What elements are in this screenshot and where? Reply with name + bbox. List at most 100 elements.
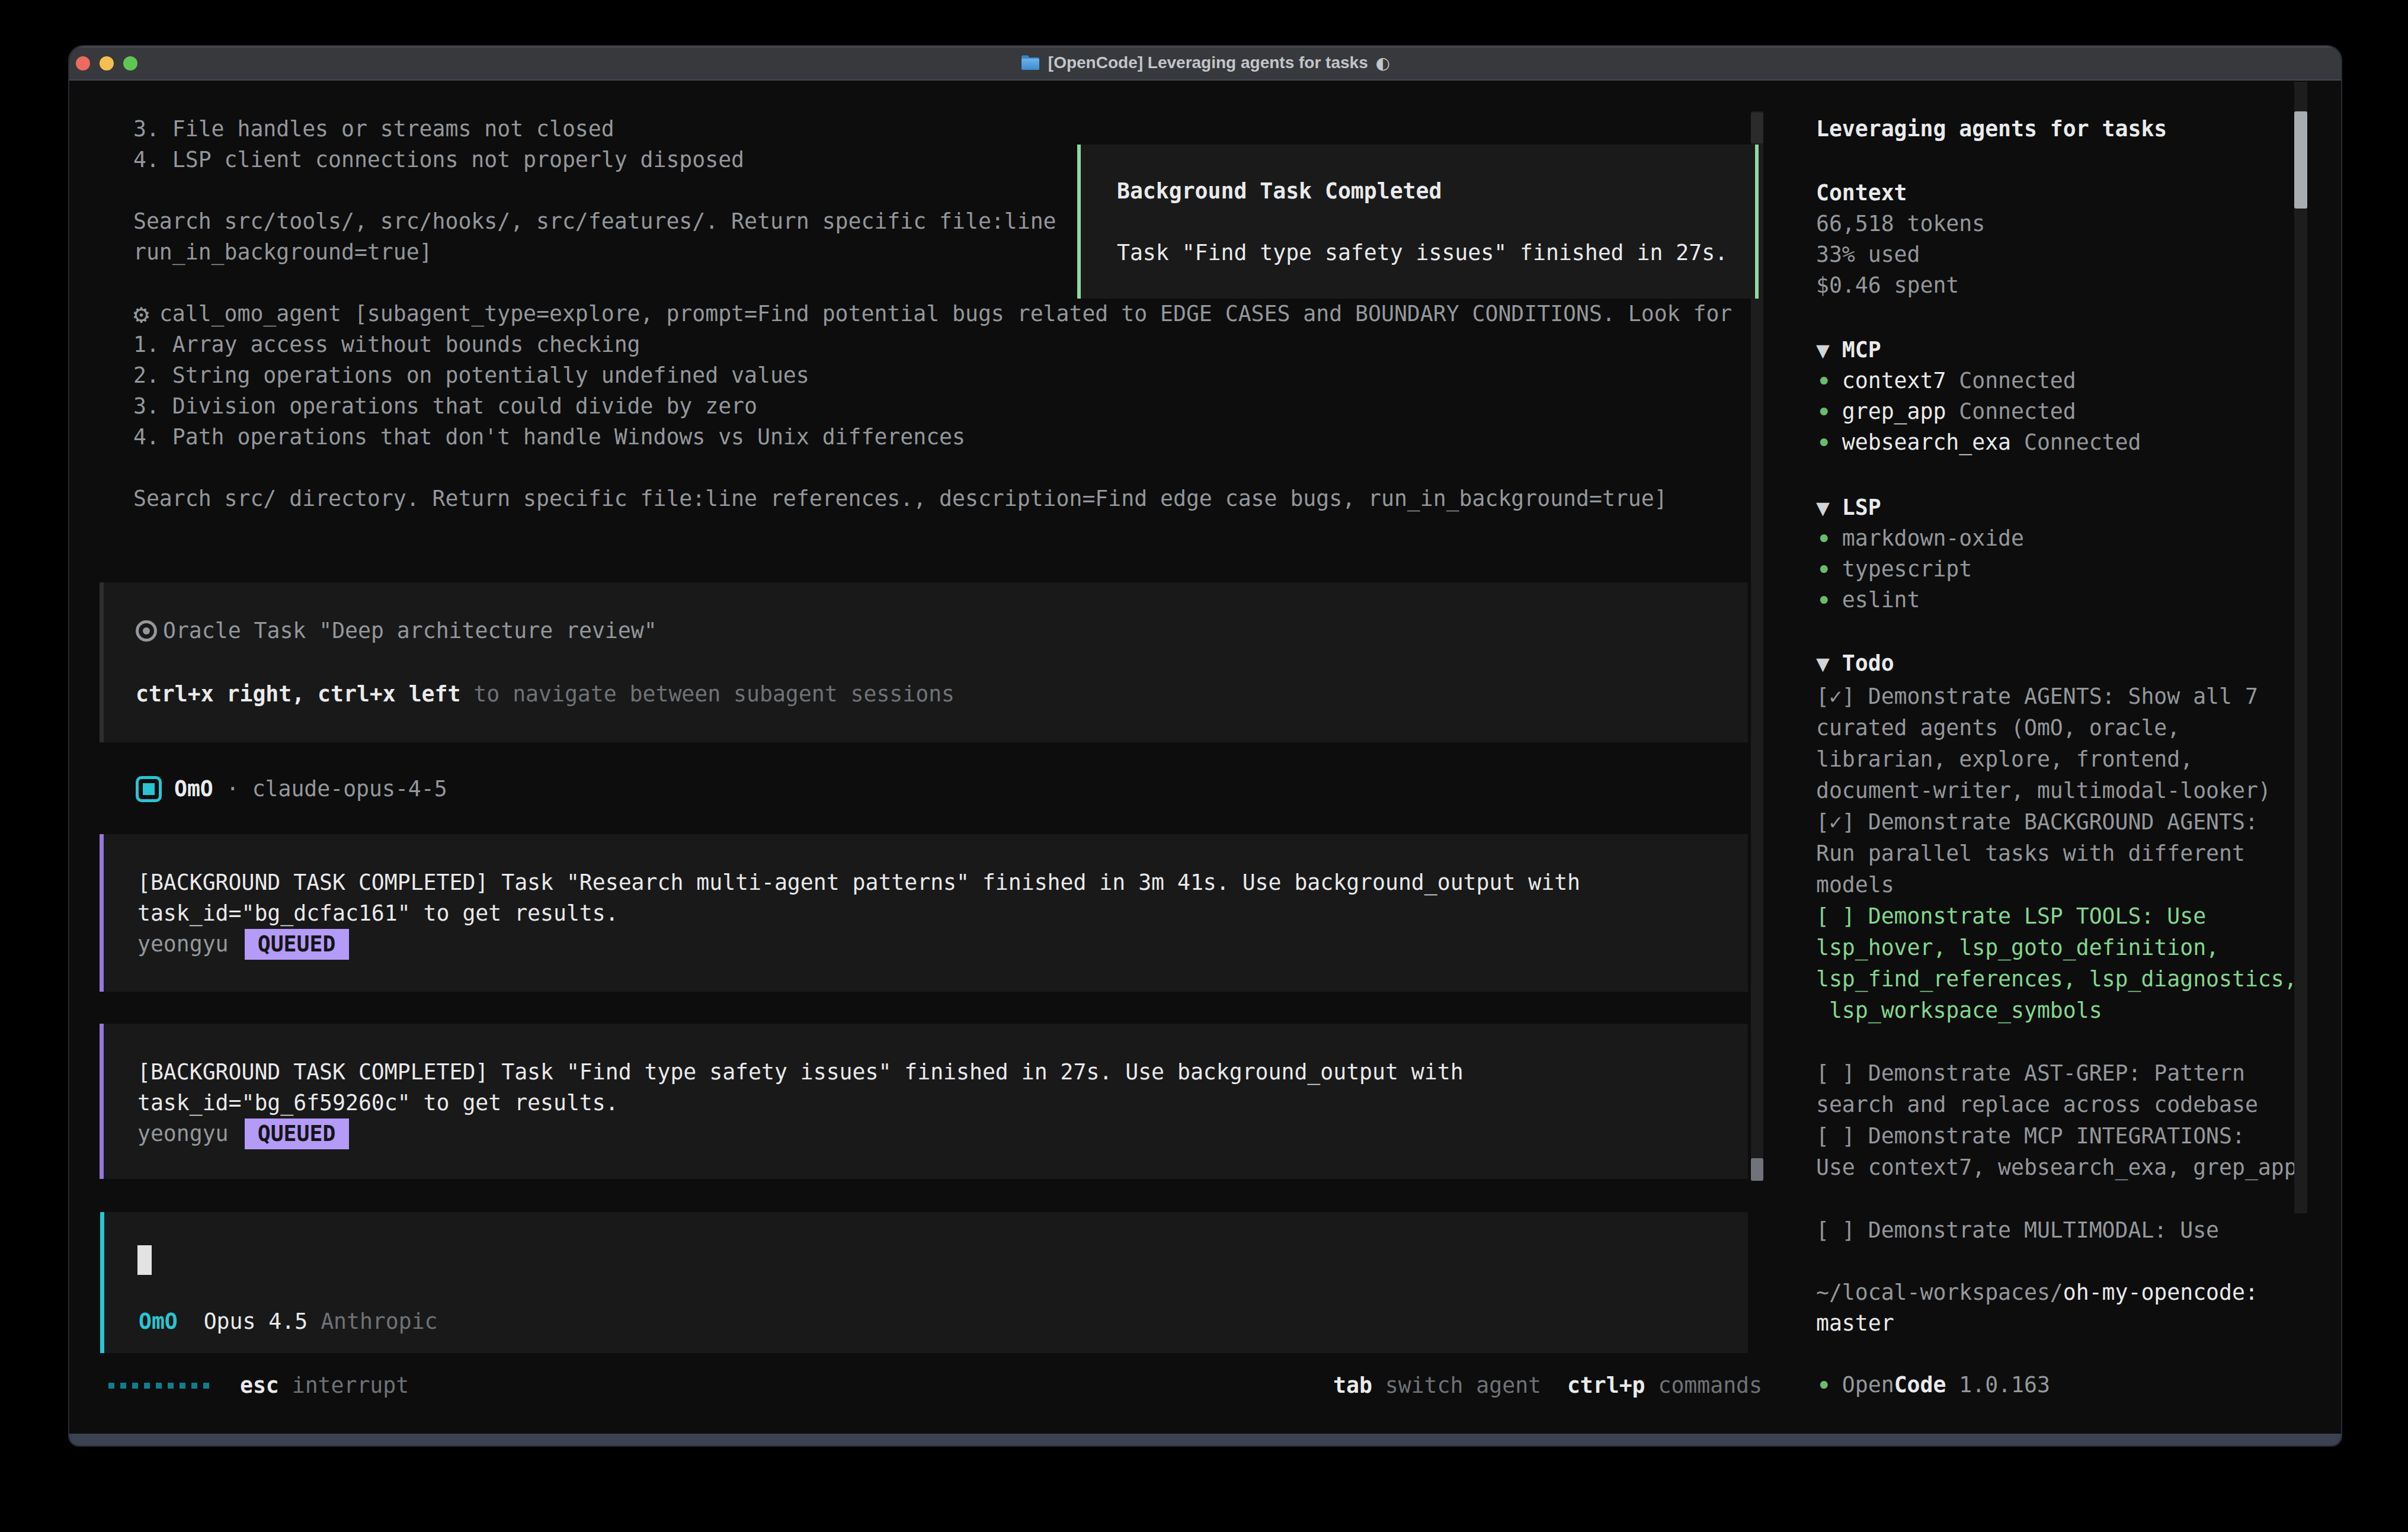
workspace-path: ~/local-workspaces/oh-my-opencode: xyxy=(1816,1277,2258,1308)
context-section: Context66,518 tokens33% used$0.46 spent xyxy=(1816,178,1985,301)
chevron-down-icon: ▼ xyxy=(1816,335,1829,366)
spinner-dot xyxy=(203,1383,209,1389)
line-text: 4. Path operations that don't handle Win… xyxy=(133,424,965,450)
line-text: 3. Division operations that could divide… xyxy=(133,393,757,419)
todo-line: [ ] Demonstrate AST-GREP: Pattern xyxy=(1816,1057,2297,1089)
line-text: Search src/ directory. Return specific f… xyxy=(133,486,1667,511)
toast-body: Task "Find type safety issues" finished … xyxy=(1117,238,1728,268)
app-version-number: 1.0.163 xyxy=(1946,1372,2050,1398)
workspace-section: ~/local-workspaces/oh-my-opencode:master xyxy=(1816,1277,2258,1339)
lsp-section: ▼ LSP• markdown-oxide• typescript• eslin… xyxy=(1816,492,2024,616)
todo-line: [✓] Demonstrate BACKGROUND AGENTS: xyxy=(1816,806,2297,838)
window-titlebar[interactable]: [OpenCode] Leveraging agents for tasks ◐ xyxy=(69,46,2341,81)
workspace-repo: oh-my-opencode: xyxy=(2063,1280,2258,1305)
esc-key-label: interrupt xyxy=(279,1373,409,1398)
lsp-item-name: eslint xyxy=(1829,587,1920,613)
mcp-item-name: grep_app xyxy=(1829,399,1946,424)
line-text: MCP xyxy=(1829,337,1881,363)
mcp-item-name: context7 xyxy=(1829,368,1946,393)
message-author: yeongyu xyxy=(137,1121,229,1146)
mcp-item: • grep_app Connected xyxy=(1816,396,2141,427)
line-text: call_omo_agent [subagent_type=explore, p… xyxy=(159,301,1732,326)
app-window: [OpenCode] Leveraging agents for tasks ◐… xyxy=(68,45,2342,1447)
bullet-icon: • xyxy=(1816,1370,1829,1402)
line-text: LSP xyxy=(1829,495,1881,520)
mcp-item-status: Connected xyxy=(1946,368,2076,393)
terminal-line: 2. String operations on potentially unde… xyxy=(133,360,1732,391)
terminal-line xyxy=(133,453,1732,483)
mcp-item-status: Connected xyxy=(2011,430,2141,455)
input-agent: OmO xyxy=(139,1309,178,1334)
toast-title: Background Task Completed xyxy=(1117,176,1442,207)
todo-section: ▼ Todo xyxy=(1816,648,1894,679)
window-title: [OpenCode] Leveraging agents for tasks xyxy=(1048,53,1368,72)
bullet-icon: • xyxy=(1816,585,1829,617)
mcp-section: ▼ MCP• context7 Connected• grep_app Conn… xyxy=(1816,335,2141,458)
spinner-dots xyxy=(108,1370,215,1401)
bullet-icon: • xyxy=(1816,396,1829,428)
input-provider: Anthropic xyxy=(321,1309,437,1334)
half-circle-icon: ◐ xyxy=(1376,53,1390,73)
terminal-line: 3. Division operations that could divide… xyxy=(133,391,1732,422)
sidebar-title: Leveraging agents for tasks xyxy=(1816,114,2167,145)
terminal-line: 4. Path operations that don't handle Win… xyxy=(133,422,1732,453)
todo-line: curated agents (OmO, oracle, xyxy=(1816,712,2297,743)
oracle-task-title-text: Oracle Task "Deep architecture review" xyxy=(163,616,657,646)
spacer xyxy=(1541,1373,1567,1398)
sidebar-scrollbar-thumb[interactable] xyxy=(2294,111,2307,209)
line-text: run_in_background=true] xyxy=(133,239,433,265)
tab-key-hint: tab xyxy=(1333,1373,1372,1398)
todo-line: document-writer, multimodal-looker) xyxy=(1816,775,2297,806)
context-heading: Context xyxy=(1816,178,1985,209)
context-line: 66,518 tokens xyxy=(1816,209,1985,239)
oracle-task-title: Oracle Task "Deep architecture review" xyxy=(136,616,657,646)
main-scrollbar-top-thumb[interactable] xyxy=(1751,113,1763,143)
esc-key-hint: esc xyxy=(240,1373,279,1398)
message-line: task_id="bg_6f59260c" to get results. xyxy=(137,1088,1464,1118)
main-scrollbar-thumb[interactable] xyxy=(1751,1158,1763,1181)
chevron-down-icon: ▼ xyxy=(1816,492,1829,523)
bullet-icon: • xyxy=(1816,554,1829,586)
todo-heading: ▼ Todo xyxy=(1816,648,1894,679)
bullet-icon: • xyxy=(1816,427,1829,459)
toast-notification: Background Task Completed Task "Find typ… xyxy=(1077,145,1759,299)
mcp-item: • context7 Connected xyxy=(1816,366,2141,396)
message-meta: yeongyuQUEUED xyxy=(137,929,1580,960)
todo-line: lsp_hover, lsp_goto_definition, xyxy=(1816,932,2297,963)
spinner-dot xyxy=(144,1383,150,1389)
terminal-line: Search src/ directory. Return specific f… xyxy=(133,483,1732,514)
oracle-task-hint: ctrl+x right, ctrl+x left to navigate be… xyxy=(136,679,955,710)
lsp-heading: ▼ LSP xyxy=(1816,492,2024,523)
version-section: • OpenCode 1.0.163 xyxy=(1816,1370,2050,1400)
status-badge: QUEUED xyxy=(245,929,349,960)
app-name-light: Open xyxy=(1829,1372,1894,1398)
ctrlp-key-label: commands xyxy=(1645,1373,1762,1398)
app-name-bold: Code xyxy=(1894,1372,1946,1398)
todo-line: [ ] Demonstrate MULTIMODAL: Use xyxy=(1816,1214,2297,1246)
todo-list: [✓] Demonstrate AGENTS: Show all 7curate… xyxy=(1816,681,2297,1246)
workspace-branch: master xyxy=(1816,1308,2258,1339)
oracle-task-panel: Oracle Task "Deep architecture review" c… xyxy=(100,582,1748,742)
message-line: [BACKGROUND TASK COMPLETED] Task "Find t… xyxy=(137,1057,1464,1088)
tab-key-label: switch agent xyxy=(1372,1373,1541,1398)
input-model: Opus 4.5 xyxy=(204,1309,308,1334)
spinner-dot xyxy=(132,1383,138,1389)
mcp-item-name: websearch_exa xyxy=(1829,430,2011,455)
lsp-item: • typescript xyxy=(1816,554,2024,585)
todo-line: Run parallel tasks with different xyxy=(1816,838,2297,869)
prompt-input[interactable]: OmO Opus 4.5 Anthropic xyxy=(100,1212,1748,1353)
todo-line: [✓] Demonstrate AGENTS: Show all 7 xyxy=(1816,681,2297,712)
bullet-icon: • xyxy=(1816,523,1829,555)
sidebar-scrollbar-track[interactable] xyxy=(2294,82,2307,1213)
spacer xyxy=(308,1309,321,1334)
mcp-heading: ▼ MCP xyxy=(1816,335,2141,366)
line-text: 2. String operations on potentially unde… xyxy=(133,363,809,388)
spinner-dot xyxy=(168,1383,174,1389)
text-cursor xyxy=(137,1245,152,1275)
fisheye-icon xyxy=(136,620,157,642)
spinner-dot xyxy=(180,1383,185,1389)
spacer xyxy=(178,1309,204,1334)
version-line: • OpenCode 1.0.163 xyxy=(1816,1370,2050,1400)
terminal-content: 3. File handles or streams not closed4. … xyxy=(69,81,2341,1436)
window-title-group: [OpenCode] Leveraging agents for tasks ◐ xyxy=(69,46,2341,79)
